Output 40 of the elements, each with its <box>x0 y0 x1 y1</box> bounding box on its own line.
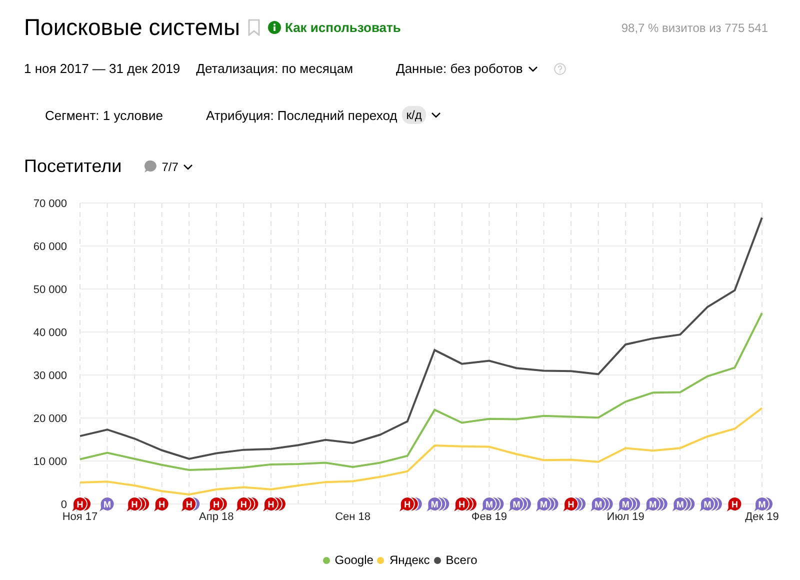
note-marker[interactable]: Н <box>152 496 170 514</box>
x-axis-label: Сен 18 <box>335 511 371 523</box>
y-axis-label: 70 000 <box>33 198 67 210</box>
x-axis-label: Дек 19 <box>745 511 779 523</box>
y-axis-label: 0 <box>60 499 67 511</box>
x-axis-label: Ноя 17 <box>62 511 98 523</box>
chevron-icon <box>430 112 441 118</box>
notes-dropdown[interactable]: 7/7 <box>144 158 194 176</box>
chevron-icon <box>528 66 538 72</box>
y-axis-label: 50 000 <box>33 284 67 296</box>
y-axis-label: 60 000 <box>33 241 67 253</box>
chevron-icon <box>183 164 194 170</box>
y-axis-label: 20 000 <box>33 413 67 425</box>
help-icon[interactable] <box>554 62 566 75</box>
detail-selector[interactable]: Детализация: по месяцам <box>196 59 354 78</box>
note-marker[interactable]: М <box>98 496 115 514</box>
y-axis-label: 40 000 <box>33 327 67 339</box>
info-icon <box>268 21 281 34</box>
help-link[interactable]: Как использовать <box>284 18 401 38</box>
x-axis-label: Июл 19 <box>606 511 644 523</box>
legend-label: Google <box>334 552 374 569</box>
page-title: Поисковые системы <box>24 16 240 39</box>
period-selector[interactable]: 1 ноя 2017 — 31 дек 2019 <box>24 59 180 78</box>
comment-icon <box>144 160 157 173</box>
legend-label: Яндекс <box>389 552 430 569</box>
legend-item[interactable]: Всего <box>434 551 478 569</box>
x-axis-label: Апр 18 <box>199 511 234 523</box>
attribution-dropdown[interactable]: Атрибуция: Последний переход к/д <box>206 106 441 125</box>
segment-selector[interactable]: Сегмент: 1 условие <box>45 106 163 125</box>
x-axis-label: Фев 19 <box>471 511 508 523</box>
data-filter-dropdown[interactable]: Данные: без роботов <box>396 59 538 78</box>
visits-stats: 98,7 % визитов из 775 541 <box>621 20 768 36</box>
legend-item[interactable]: Google <box>322 551 374 569</box>
legend-label: Всего <box>446 552 478 569</box>
y-axis-label: 10 000 <box>33 456 67 468</box>
note-marker[interactable]: Н <box>725 496 742 514</box>
chart-title: Посетители <box>24 155 122 178</box>
bookmark-icon[interactable] <box>248 19 260 36</box>
y-axis-label: 30 000 <box>33 370 67 382</box>
legend-item[interactable]: Яндекс <box>377 551 430 569</box>
